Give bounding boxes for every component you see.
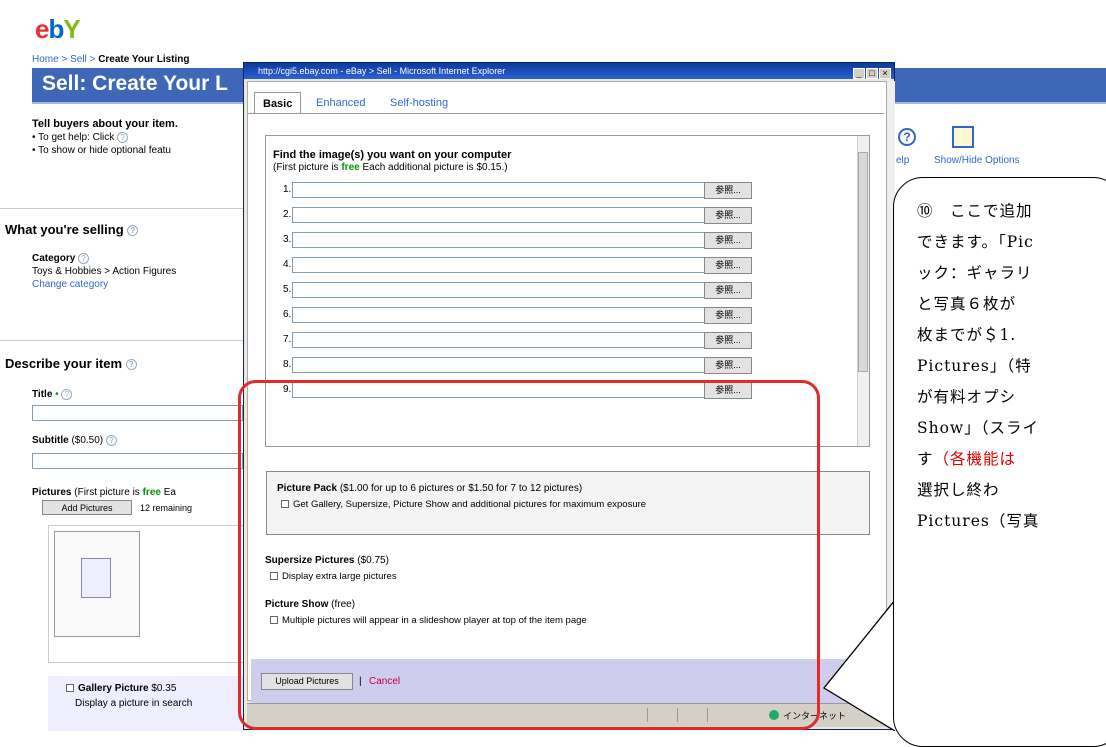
describe-heading: Describe your item ? bbox=[5, 356, 137, 371]
show-hide-options-link[interactable]: Show/Hide Options bbox=[934, 154, 1020, 167]
divider bbox=[0, 340, 243, 341]
ebay-logo[interactable]: ebY bbox=[35, 14, 81, 45]
file-input-4[interactable] bbox=[292, 257, 712, 273]
help-question-icon[interactable]: ? bbox=[127, 225, 139, 237]
breadcrumb: Home > Sell > Create Your Listing bbox=[32, 54, 190, 65]
tab-basic[interactable]: Basic bbox=[254, 92, 302, 114]
category-label: Category bbox=[32, 253, 76, 264]
callout-line: と写真６枚が bbox=[917, 295, 1017, 313]
category-path: Toys & Hobbies > Action Figures bbox=[32, 266, 177, 277]
picture-slots bbox=[48, 525, 246, 663]
file-input-1[interactable] bbox=[292, 182, 712, 198]
callout-line: Pictures（写真 bbox=[917, 512, 1040, 530]
help-box: Tell buyers about your item. • To get he… bbox=[32, 118, 178, 156]
file-row-label: 8. bbox=[283, 359, 292, 370]
what-selling-heading: What you're selling ? bbox=[5, 222, 139, 237]
find-images-note: (First picture is free Each additional p… bbox=[273, 162, 508, 173]
file-list-scrollbar[interactable] bbox=[857, 136, 869, 446]
help-question-icon[interactable]: ? bbox=[125, 359, 137, 371]
help-link[interactable]: elp bbox=[896, 154, 909, 167]
tab-enhanced[interactable]: Enhanced bbox=[308, 92, 374, 114]
file-input-5[interactable] bbox=[292, 282, 712, 298]
gallery-desc: Display a picture in search bbox=[75, 698, 193, 709]
callout-line: Pictures」（特 bbox=[917, 357, 1032, 375]
file-input-7[interactable] bbox=[292, 332, 712, 348]
title-label-row: Title • ? bbox=[32, 388, 73, 401]
highlight-box bbox=[238, 380, 820, 730]
help-question-icon[interactable]: ? bbox=[61, 388, 73, 400]
window-titlebar[interactable]: http://cgi5.ebay.com - eBay > Sell - Mic… bbox=[244, 63, 894, 79]
maximize-icon[interactable]: □ bbox=[866, 68, 878, 79]
help-question-icon[interactable]: ? bbox=[78, 252, 90, 264]
file-row-label: 5. bbox=[283, 284, 292, 295]
browse-button-4[interactable]: 参照... bbox=[704, 257, 752, 274]
callout-line: Show」（スライ bbox=[917, 419, 1039, 437]
callout-line: 枚までが＄1. bbox=[917, 326, 1017, 344]
tab-self-hosting[interactable]: Self-hosting bbox=[382, 92, 456, 114]
browse-button-7[interactable]: 参照... bbox=[704, 332, 752, 349]
gallery-label-row: Gallery Picture $0.35 bbox=[66, 682, 176, 695]
file-input-8[interactable] bbox=[292, 357, 712, 373]
crumb-home[interactable]: Home bbox=[32, 54, 59, 65]
divider bbox=[0, 208, 243, 209]
file-row-label: 4. bbox=[283, 259, 292, 270]
window-controls: _ □ × bbox=[852, 65, 891, 79]
browse-button-1[interactable]: 参照... bbox=[704, 182, 752, 199]
pictures-remaining: 12 remaining bbox=[140, 503, 193, 513]
window-title: http://cgi5.ebay.com - eBay > Sell - Mic… bbox=[258, 66, 506, 76]
help-icon[interactable]: ? bbox=[898, 128, 916, 146]
callout-text: ⑩ ここで追加 できます。「Pic ック：ギャラリ と写真６枚が 枚までが＄1.… bbox=[917, 196, 1106, 537]
help-question-icon[interactable]: ? bbox=[117, 131, 129, 143]
callout-red-note: （各機能は bbox=[933, 450, 1017, 468]
minimize-icon[interactable]: _ bbox=[853, 68, 865, 79]
crumb-current: Create Your Listing bbox=[98, 54, 190, 65]
help-tip: To get help: Click bbox=[38, 132, 115, 143]
tell-buyers-heading: Tell buyers about your item. bbox=[32, 118, 178, 130]
scrollbar-thumb[interactable] bbox=[858, 152, 868, 372]
callout-line: ⑩ ここで追加 bbox=[917, 202, 1033, 220]
file-input-3[interactable] bbox=[292, 232, 712, 248]
page-title: Sell: Create Your L bbox=[42, 72, 228, 95]
camera-placeholder-icon bbox=[81, 558, 111, 598]
category-block: Category ? Toys & Hobbies > Action Figur… bbox=[32, 252, 176, 291]
title-input[interactable] bbox=[32, 405, 243, 421]
help-question-icon[interactable]: ? bbox=[105, 434, 117, 446]
browse-button-3[interactable]: 参照... bbox=[704, 232, 752, 249]
file-row-label: 2. bbox=[283, 209, 292, 220]
subtitle-input[interactable] bbox=[32, 453, 243, 469]
add-pictures-button[interactable]: Add Pictures bbox=[42, 500, 132, 515]
tab-divider bbox=[248, 113, 884, 114]
callout-line: が有料オプシ bbox=[917, 388, 1017, 406]
change-category-link[interactable]: Change category bbox=[32, 279, 108, 290]
file-row-label: 1. bbox=[283, 184, 292, 195]
picture-slot[interactable] bbox=[54, 531, 140, 637]
callout-line: す（各機能は bbox=[917, 450, 1017, 468]
file-row-label: 7. bbox=[283, 334, 292, 345]
file-row-label: 6. bbox=[283, 309, 292, 320]
crumb-sell[interactable]: Sell bbox=[70, 54, 87, 65]
pictures-label-row: Pictures (First picture is free Ea bbox=[32, 487, 176, 498]
browse-button-6[interactable]: 参照... bbox=[704, 307, 752, 324]
file-input-6[interactable] bbox=[292, 307, 712, 323]
browse-button-8[interactable]: 参照... bbox=[704, 357, 752, 374]
close-icon[interactable]: × bbox=[879, 68, 891, 79]
gallery-checkbox[interactable] bbox=[66, 684, 74, 693]
show-hide-options-icon[interactable] bbox=[952, 126, 974, 148]
callout-line: できます。「Pic bbox=[917, 233, 1034, 251]
show-hide-tip: To show or hide optional featu bbox=[38, 145, 171, 156]
browse-button-2[interactable]: 参照... bbox=[704, 207, 752, 224]
find-images-heading: Find the image(s) you want on your compu… bbox=[273, 149, 512, 161]
subtitle-label-row: Subtitle ($0.50) ? bbox=[32, 434, 117, 447]
browse-button-5[interactable]: 参照... bbox=[704, 282, 752, 299]
callout-line: ック：ギャラリ bbox=[917, 264, 1033, 282]
callout-line: 選択し終わ bbox=[917, 481, 1000, 499]
file-row-label: 3. bbox=[283, 234, 292, 245]
file-input-2[interactable] bbox=[292, 207, 712, 223]
